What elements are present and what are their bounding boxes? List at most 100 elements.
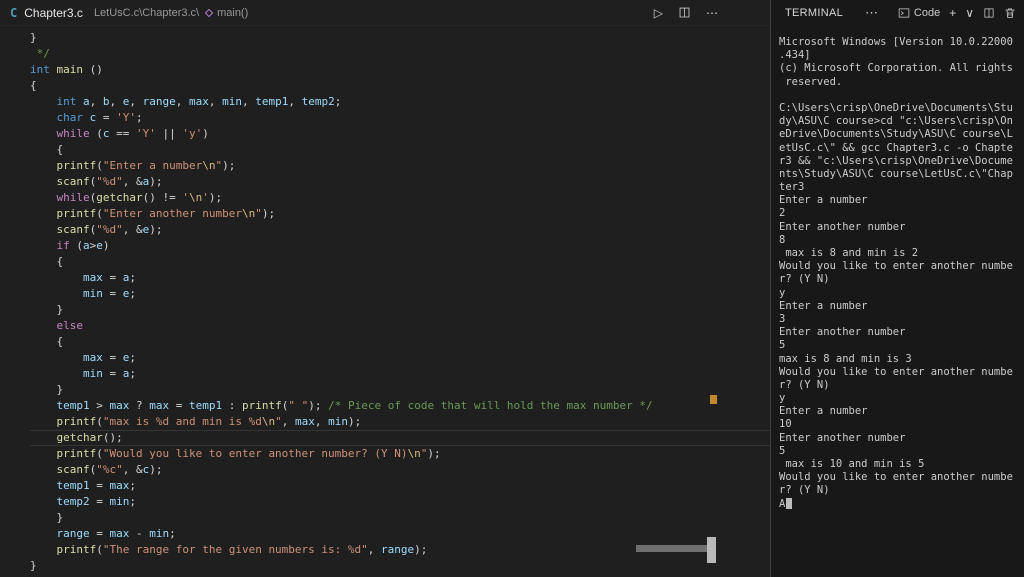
terminal-line: dy\ASU\C course>cd "c:\Users\crisp\On <box>779 115 1013 128</box>
terminal-line: r? (Y N) <box>779 484 830 497</box>
terminal-tab[interactable]: TERMINAL <box>785 7 843 19</box>
code-line[interactable]: { <box>30 254 770 270</box>
code-line[interactable]: else <box>30 318 770 334</box>
code-line[interactable]: } <box>30 510 770 526</box>
code-line[interactable]: { <box>30 78 770 94</box>
code-line[interactable]: min = e; <box>30 286 770 302</box>
code-line[interactable]: temp2 = min; <box>30 494 770 510</box>
code-line[interactable]: getchar(); <box>30 430 770 446</box>
tab-chapter3[interactable]: Chapter3.c <box>24 6 83 20</box>
code-line[interactable]: } <box>30 382 770 398</box>
terminal-line: Enter another number <box>779 326 906 339</box>
code-line[interactable]: scanf("%d", &a); <box>30 174 770 190</box>
terminal-line: r? (Y N) <box>779 273 830 286</box>
terminal-line: Would you like to enter another numbe <box>779 471 1013 484</box>
code-line[interactable]: scanf("%c", &c); <box>30 462 770 478</box>
terminal-cursor <box>786 497 793 509</box>
terminal-line: y <box>779 286 786 299</box>
terminal-line: nts\Study\ASU\C course\LetUsC.c\"Chap <box>779 167 1013 180</box>
terminal-line: r? (Y N) <box>779 378 830 391</box>
code-line[interactable]: } <box>30 558 770 574</box>
terminal-output[interactable]: Microsoft Windows [Version 10.0.22000.43… <box>771 26 1024 577</box>
terminal-line: 8 <box>779 233 786 246</box>
terminal-line: y <box>779 392 786 405</box>
terminal-line: Enter a number <box>779 405 868 418</box>
code-line[interactable]: range = max - min; <box>30 526 770 542</box>
terminal-dropdown-button[interactable]: ∨ <box>965 7 974 19</box>
code-line[interactable]: printf("Would you like to enter another … <box>30 446 770 462</box>
code-line[interactable]: */ <box>30 46 770 62</box>
editor-group: C Chapter3.c LetUsC.c\Chapter3.c\ main()… <box>0 0 770 577</box>
terminal-line: 10 <box>779 418 792 431</box>
terminal-line: Enter a number <box>779 299 868 312</box>
terminal-line: 5 <box>779 339 786 352</box>
code-line[interactable]: { <box>30 142 770 158</box>
code-line[interactable]: int a, b, e, range, max, min, temp1, tem… <box>30 94 770 110</box>
code-line[interactable]: { <box>30 334 770 350</box>
run-code-button[interactable]: ▷ <box>654 7 663 19</box>
code-editor[interactable]: } */int main (){ int a, b, e, range, max… <box>0 26 770 577</box>
code-line[interactable]: printf("Enter a number\n"); <box>30 158 770 174</box>
terminal-shell-item[interactable]: Code <box>898 7 940 19</box>
code-line[interactable]: max = e; <box>30 350 770 366</box>
vscode-window: C Chapter3.c LetUsC.c\Chapter3.c\ main()… <box>0 0 1024 577</box>
code-line[interactable]: printf("Enter another number\n"); <box>30 206 770 222</box>
split-terminal-button[interactable] <box>983 7 995 19</box>
terminal-line: Would you like to enter another numbe <box>779 365 1013 378</box>
terminal-shell-icon <box>898 7 910 19</box>
terminal-line: Enter another number <box>779 431 906 444</box>
editor-tab-bar: C Chapter3.c LetUsC.c\Chapter3.c\ main()… <box>0 0 770 26</box>
split-editor-icon <box>679 7 690 18</box>
terminal-line: A <box>779 497 1020 511</box>
terminal-line: max is 8 and min is 2 <box>779 247 919 259</box>
breadcrumb-symbol-label: main() <box>217 6 249 19</box>
terminal-line: reserved. <box>779 75 843 88</box>
terminal-line: eDrive\Documents\Study\ASU\C course\L <box>779 128 1013 141</box>
terminal-line: Enter another number <box>779 220 906 233</box>
breadcrumb[interactable]: LetUsC.c\Chapter3.c\ <box>94 7 199 19</box>
terminal-actions: Code + ∨ <box>898 7 1016 19</box>
overview-ruler-marker <box>710 395 717 404</box>
terminal-line: max is 8 and min is 3 <box>779 352 912 365</box>
code-line[interactable]: max = a; <box>30 270 770 286</box>
code-line[interactable]: } <box>30 302 770 318</box>
new-terminal-button[interactable]: + <box>949 7 956 19</box>
split-editor-button[interactable] <box>678 6 691 19</box>
code-line[interactable]: int main () <box>30 62 770 78</box>
trash-icon <box>1005 8 1015 18</box>
code-line[interactable]: } <box>30 30 770 46</box>
code-line[interactable]: char c = 'Y'; <box>30 110 770 126</box>
terminal-header: TERMINAL ⋯ Code + ∨ <box>771 0 1024 26</box>
terminal-line: 3 <box>779 312 786 325</box>
terminal-line: (c) Microsoft Corporation. All rights <box>779 62 1013 75</box>
split-terminal-icon <box>984 8 994 18</box>
terminal-shell-label: Code <box>913 7 941 19</box>
terminal-line: Enter a number <box>779 194 868 207</box>
code-line[interactable]: while(getchar() != '\n'); <box>30 190 770 206</box>
more-actions-button[interactable]: ⋯ <box>706 7 718 19</box>
terminal-line: 5 <box>779 444 786 457</box>
code-line[interactable]: temp1 > max ? max = temp1 : printf(" ");… <box>30 398 770 414</box>
horizontal-scrollbar[interactable] <box>636 545 713 552</box>
code-line[interactable]: scanf("%d", &e); <box>30 222 770 238</box>
terminal-line: ter3 <box>779 181 805 194</box>
breadcrumb-symbol[interactable]: main() <box>204 6 249 19</box>
panel-more-button[interactable]: ⋯ <box>865 5 878 21</box>
terminal-line: .434] <box>779 49 811 62</box>
editor-actions: ▷ ⋯ <box>654 6 770 19</box>
code-line[interactable]: temp1 = max; <box>30 478 770 494</box>
terminal-line: r3 && "c:\Users\crisp\OneDrive\Docume <box>779 154 1013 167</box>
kill-terminal-button[interactable] <box>1004 7 1016 19</box>
c-file-icon: C <box>10 5 18 20</box>
code-line[interactable]: printf("max is %d and min is %d\n", max,… <box>30 414 770 430</box>
code-line[interactable]: min = a; <box>30 366 770 382</box>
vertical-scrollbar[interactable] <box>707 537 716 563</box>
terminal-line: etUsC.c\" && gcc Chapter3.c -o Chapte <box>779 141 1013 154</box>
method-icon <box>204 8 214 17</box>
terminal-line: Would you like to enter another numbe <box>779 260 1013 273</box>
code-line[interactable]: while (c == 'Y' || 'y') <box>30 126 770 142</box>
terminal-line: C:\Users\crisp\OneDrive\Documents\Stu <box>779 101 1013 114</box>
terminal-panel: TERMINAL ⋯ Code + ∨ Microsoft Windows [V… <box>770 0 1024 577</box>
code-line[interactable]: if (a>e) <box>30 238 770 254</box>
